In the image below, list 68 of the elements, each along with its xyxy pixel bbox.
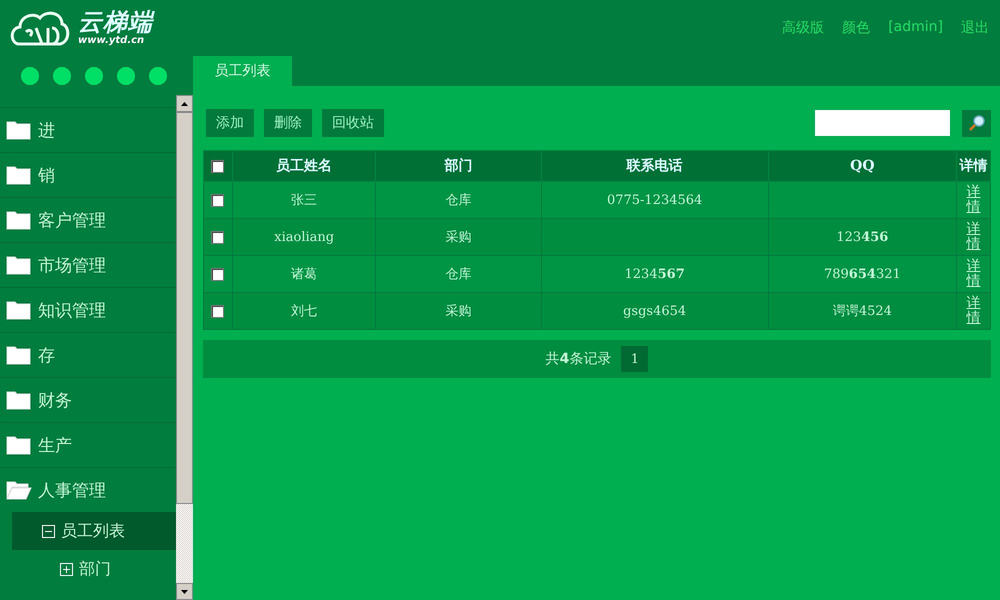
sidebar-item[interactable]: 生产 — [0, 422, 176, 467]
header-link[interactable]: 退出 — [961, 19, 989, 37]
column-header: 员工姓名 — [232, 150, 376, 182]
checkbox[interactable] — [211, 194, 224, 207]
folder-icon — [6, 120, 32, 140]
sidebar-item[interactable]: 销 — [0, 152, 176, 197]
toolbar-button[interactable]: 删除 — [264, 109, 312, 137]
column-header: 联系电话 — [541, 150, 768, 182]
open-folder-icon — [6, 480, 32, 500]
table-cell: 789654321 — [768, 256, 957, 292]
page-link[interactable]: 1 — [621, 346, 648, 372]
table-cell: 采购 — [376, 218, 542, 256]
header-link[interactable]: [admin] — [888, 19, 943, 37]
dot-icon — [149, 67, 167, 85]
dot-icon — [85, 67, 103, 85]
down-arrow-icon — [181, 590, 188, 594]
dot-icon — [53, 67, 71, 85]
column-header: 部门 — [376, 150, 542, 182]
folder-icon — [6, 300, 32, 320]
table-cell: 仓库 — [376, 182, 542, 218]
toolbar-button[interactable]: 回收站 — [322, 109, 384, 137]
record-count: 共4条记录 — [546, 350, 612, 368]
table-cell: xiaoliang — [232, 218, 376, 256]
folder-icon — [6, 435, 32, 455]
checkbox[interactable] — [211, 230, 224, 244]
logo-title: 云梯端 — [78, 10, 153, 34]
plus-box-icon — [60, 562, 73, 576]
table-cell: 仓库 — [376, 256, 542, 292]
table-cell: 1234567 — [541, 256, 768, 292]
table-cell: 0775-1234564 — [541, 182, 768, 218]
sidebar-subitem[interactable]: 部门 — [12, 550, 176, 588]
toolbar-button[interactable]: 添加 — [206, 109, 254, 137]
table-cell: 采购 — [376, 292, 542, 330]
checkbox[interactable] — [211, 304, 224, 318]
folder-icon — [6, 165, 32, 185]
table-cell: gsgs4654 — [541, 292, 768, 330]
table-cell: 123456 — [768, 218, 957, 256]
folder-icon — [6, 210, 32, 230]
up-arrow-icon — [181, 102, 188, 106]
header-link[interactable]: 高级版 — [782, 19, 824, 37]
dot-icon — [117, 67, 135, 85]
column-header: QQ — [768, 150, 957, 182]
folder-icon — [6, 345, 32, 365]
checkbox[interactable] — [211, 160, 224, 173]
logo-url: www.ytd.cn — [78, 36, 146, 46]
dot-icon — [21, 67, 39, 85]
search-button[interactable] — [962, 110, 991, 136]
search-icon — [968, 114, 986, 132]
sidebar-subitem[interactable]: 员工列表 — [12, 512, 176, 550]
search-field[interactable] — [815, 110, 950, 136]
sidebar-item[interactable]: 进 — [0, 107, 176, 152]
sidebar-item[interactable]: 市场管理 — [0, 242, 176, 287]
sidebar-item[interactable]: 知识管理 — [0, 287, 176, 332]
sidebar-item[interactable]: 存 — [0, 332, 176, 377]
column-header: 详情 — [956, 150, 990, 182]
header-link[interactable]: 颜色 — [842, 19, 870, 37]
table-cell: 谔谔4524 — [768, 292, 957, 330]
table-cell: 张三 — [232, 182, 376, 218]
minus-box-icon — [42, 524, 55, 538]
sidebar-item[interactable]: 财务 — [0, 377, 176, 422]
checkbox[interactable] — [211, 268, 224, 281]
sidebar-item[interactable]: 客户管理 — [0, 197, 176, 242]
scrollbar[interactable] — [176, 95, 193, 600]
table-cell: 刘七 — [232, 292, 376, 330]
folder-icon — [6, 390, 32, 410]
table-cell: 诸葛 — [232, 256, 376, 292]
folder-icon — [6, 255, 32, 275]
tab[interactable]: 员工列表 — [193, 56, 292, 86]
